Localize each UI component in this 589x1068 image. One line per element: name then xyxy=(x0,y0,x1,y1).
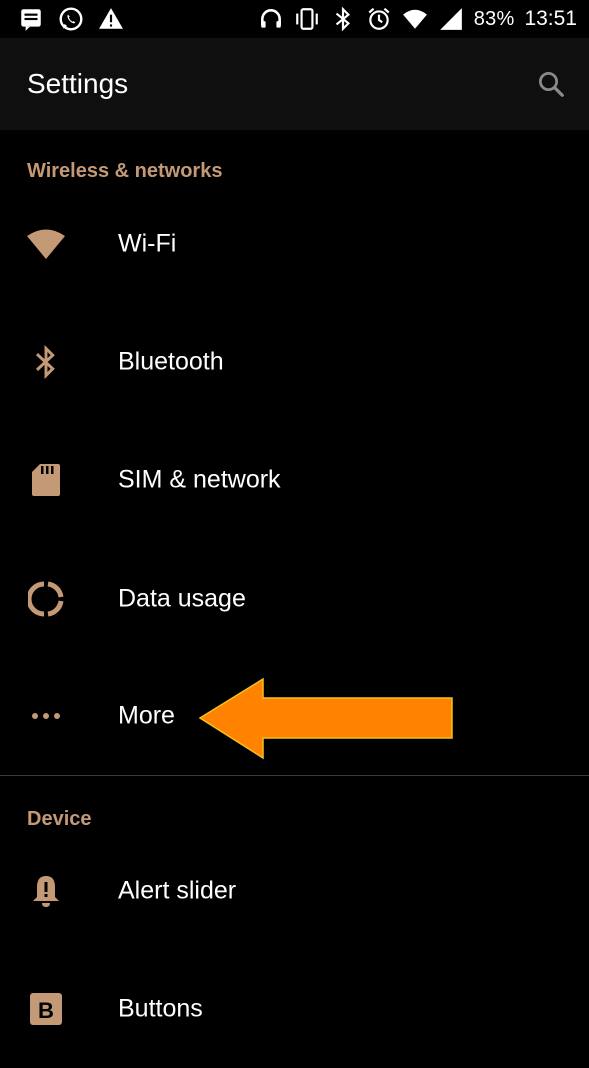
section-divider xyxy=(0,775,589,776)
settings-item-sim-network[interactable]: SIM & network xyxy=(0,421,589,539)
settings-item-label: Bluetooth xyxy=(118,347,224,376)
search-icon xyxy=(539,72,564,97)
more-dots-icon xyxy=(24,694,68,738)
bluetooth-icon xyxy=(335,6,350,32)
signal-icon xyxy=(439,8,462,30)
clock: 13:51 xyxy=(524,7,577,30)
status-bar: 83% 13:51 xyxy=(0,0,589,38)
settings-item-bluetooth[interactable]: Bluetooth xyxy=(0,303,589,421)
app-bar: Settings xyxy=(0,38,589,130)
headphones-icon xyxy=(260,9,281,28)
svg-text:B: B xyxy=(38,998,54,1023)
buttons-b-icon: B xyxy=(24,987,68,1031)
settings-item-label: More xyxy=(118,701,175,730)
settings-item-label: Buttons xyxy=(118,994,203,1023)
message-icon xyxy=(21,9,41,31)
settings-item-label: SIM & network xyxy=(118,465,281,494)
settings-item-label: Data usage xyxy=(118,584,246,613)
vibrate-icon xyxy=(295,8,318,30)
search-button[interactable] xyxy=(531,64,571,104)
status-bar-notifications xyxy=(18,6,124,32)
settings-item-label: Wi-Fi xyxy=(118,229,177,258)
section-header-wireless: Wireless & networks xyxy=(27,160,223,182)
alert-bell-icon xyxy=(24,869,68,913)
bluetooth-icon xyxy=(24,340,68,384)
settings-item-alert-slider[interactable]: Alert slider xyxy=(0,832,589,950)
settings-item-data-usage[interactable]: Data usage xyxy=(0,540,589,658)
page-title: Settings xyxy=(27,68,129,99)
sim-card-icon xyxy=(24,458,68,502)
data-usage-icon xyxy=(24,577,68,621)
settings-item-buttons[interactable]: B Buttons xyxy=(0,950,589,1068)
wifi-icon xyxy=(402,9,427,29)
status-bar-system: 83% 13:51 xyxy=(258,6,577,32)
alarm-icon xyxy=(368,7,390,30)
whatsapp-icon xyxy=(59,7,83,31)
wifi-icon xyxy=(24,222,68,266)
settings-item-wifi[interactable]: Wi-Fi xyxy=(0,185,589,303)
settings-item-label: Alert slider xyxy=(118,876,237,905)
orange-arrow-annotation xyxy=(198,678,453,760)
battery-percentage: 83% xyxy=(473,7,515,30)
section-header-device: Device xyxy=(27,808,92,830)
warning-icon xyxy=(99,8,123,29)
